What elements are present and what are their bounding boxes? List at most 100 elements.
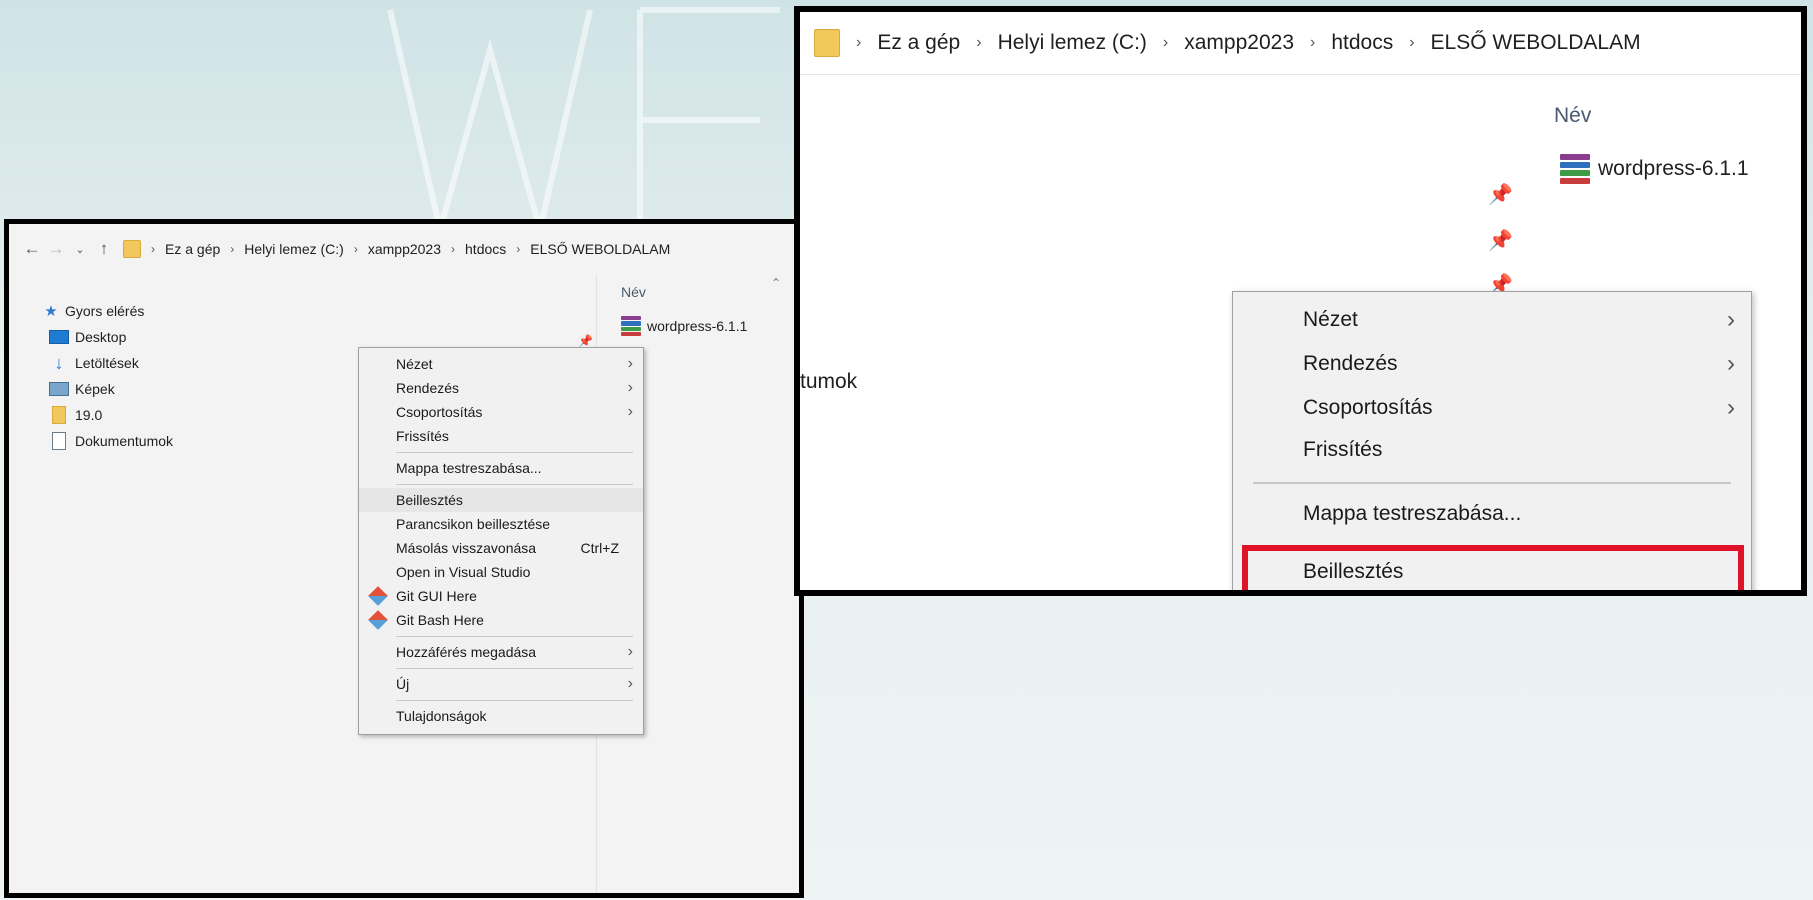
- menu-separator: [396, 484, 633, 485]
- file-item[interactable]: wordpress-6.1.1: [621, 316, 747, 336]
- breadcrumb-item[interactable]: htdocs: [465, 241, 506, 257]
- menu-item-sort[interactable]: Rendezés ›: [1233, 344, 1751, 384]
- sidebar-item-folder[interactable]: 19.0: [43, 402, 173, 428]
- pictures-icon: [49, 382, 69, 396]
- sidebar-item-documents[interactable]: Dokumentumok: [43, 428, 173, 454]
- breadcrumb-item[interactable]: Helyi lemez (C:): [998, 31, 1147, 55]
- chevron-right-icon: ›: [627, 379, 633, 396]
- chevron-right-icon: ›: [516, 242, 521, 256]
- sidebar-item-label: Desktop: [75, 329, 127, 345]
- menu-item-view[interactable]: Nézet ›: [1233, 300, 1751, 340]
- chevron-right-icon: ›: [1727, 394, 1735, 421]
- sidebar-item-pictures[interactable]: Képek: [43, 376, 173, 402]
- pin-icon[interactable]: 📌: [1488, 182, 1513, 206]
- star-icon: ★: [44, 303, 58, 320]
- file-name: wordpress-6.1.1: [647, 318, 748, 334]
- context-menu: Nézet › Rendezés › Csoportosítás › Friss…: [358, 347, 644, 735]
- menu-item-paste[interactable]: Beillesztés: [359, 488, 643, 512]
- winrar-archive-icon: [621, 316, 641, 336]
- recent-chevron-icon[interactable]: ⌄: [71, 243, 89, 256]
- context-menu-zoomed: Nézet › Rendezés › Csoportosítás › Friss…: [1232, 291, 1752, 590]
- menu-item-undo-copy[interactable]: Másolás visszavonása Ctrl+Z: [359, 536, 643, 560]
- menu-item-label: Tulajdonságok: [396, 708, 487, 724]
- git-icon: [368, 610, 388, 630]
- menu-item-label: Nézet: [1303, 308, 1358, 331]
- breadcrumb-item[interactable]: ELSŐ WEBOLDALAM: [1431, 31, 1641, 55]
- menu-item-new[interactable]: Új ›: [359, 672, 643, 696]
- menu-item-refresh[interactable]: Frissítés: [1233, 430, 1751, 470]
- sidebar-item-label: 19.0: [75, 407, 103, 423]
- menu-item-label: Rendezés: [1303, 352, 1398, 375]
- sidebar-item-label: Képek: [75, 381, 115, 397]
- sidebar-item-label: Gyors elérés: [65, 303, 145, 319]
- menu-item-group[interactable]: Csoportosítás ›: [359, 400, 643, 424]
- column-header-name[interactable]: Név: [1554, 104, 1591, 128]
- menu-item-customize-folder[interactable]: Mappa testreszabása...: [1233, 494, 1751, 534]
- winrar-archive-icon: [1560, 154, 1590, 184]
- up-arrow-icon[interactable]: ↑: [95, 239, 113, 259]
- sidebar-item-label-cut[interactable]: tumok: [800, 370, 857, 394]
- breadcrumb-item[interactable]: Ez a gép: [877, 31, 960, 55]
- menu-item-shortcut: Ctrl+Z: [580, 540, 620, 556]
- menu-item-label: Beillesztés: [396, 492, 463, 508]
- sort-chevron-up-icon[interactable]: ⌃: [771, 276, 781, 290]
- back-arrow-icon[interactable]: ←: [23, 239, 41, 259]
- chevron-right-icon: ›: [1409, 34, 1415, 51]
- highlight-box: [1242, 545, 1744, 590]
- menu-item-open-visual-studio[interactable]: Open in Visual Studio: [359, 560, 643, 584]
- chevron-right-icon: ›: [151, 242, 155, 256]
- forward-arrow-icon[interactable]: →: [47, 239, 65, 259]
- breadcrumb-item[interactable]: xampp2023: [368, 241, 441, 257]
- navigation-pane: ★ Gyors elérés Desktop ↓ Letöltések Képe…: [43, 298, 173, 454]
- menu-separator: [396, 636, 633, 637]
- sidebar-item-quick-access[interactable]: ★ Gyors elérés: [43, 298, 173, 324]
- column-header-name[interactable]: Név: [621, 284, 646, 300]
- breadcrumb-item[interactable]: ELSŐ WEBOLDALAM: [530, 241, 670, 257]
- breadcrumb-item[interactable]: Ez a gép: [165, 241, 220, 257]
- menu-item-git-gui[interactable]: Git GUI Here: [359, 584, 643, 608]
- pin-icon[interactable]: 📌: [578, 334, 593, 348]
- file-item[interactable]: wordpress-6.1.1: [1560, 154, 1749, 184]
- chevron-right-icon: ›: [627, 403, 633, 420]
- menu-item-label: Parancsikon beillesztése: [396, 516, 551, 532]
- chevron-right-icon: ›: [856, 34, 862, 51]
- menu-item-group[interactable]: Csoportosítás ›: [1233, 388, 1751, 428]
- menu-item-view[interactable]: Nézet ›: [359, 352, 643, 376]
- menu-separator: [396, 700, 633, 701]
- chevron-right-icon: ›: [1727, 350, 1735, 377]
- sidebar-item-downloads[interactable]: ↓ Letöltések: [43, 350, 173, 376]
- chevron-right-icon: ›: [976, 34, 982, 51]
- menu-item-paste-shortcut[interactable]: Parancsikon beillesztése: [359, 512, 643, 536]
- menu-separator: [396, 452, 633, 453]
- menu-item-label: Másolás visszavonása: [396, 540, 537, 556]
- menu-item-customize-folder[interactable]: Mappa testreszabása...: [359, 456, 643, 480]
- document-icon: [52, 432, 66, 450]
- menu-item-label: Git Bash Here: [396, 612, 484, 628]
- menu-item-sort[interactable]: Rendezés ›: [359, 376, 643, 400]
- sidebar-item-label: Dokumentumok: [75, 433, 174, 449]
- folder-icon: [123, 240, 141, 258]
- chevron-right-icon: ›: [353, 242, 358, 256]
- menu-item-git-bash[interactable]: Git Bash Here: [359, 608, 643, 632]
- download-icon: ↓: [54, 352, 64, 373]
- address-bar: ← → ⌄ ↑ › Ez a gép › Helyi lemez (C:) › …: [9, 224, 799, 274]
- divider: [800, 74, 1801, 75]
- explorer-window: ← → ⌄ ↑ › Ez a gép › Helyi lemez (C:) › …: [4, 219, 804, 898]
- menu-item-grant-access[interactable]: Hozzáférés megadása ›: [359, 640, 643, 664]
- sidebar-item-desktop[interactable]: Desktop: [43, 324, 173, 350]
- chevron-right-icon: ›: [230, 242, 235, 256]
- sidebar-item-label: Letöltések: [75, 355, 139, 371]
- menu-item-label: Csoportosítás: [1303, 396, 1433, 419]
- menu-item-label: Mappa testreszabása...: [396, 460, 542, 476]
- chevron-right-icon: ›: [1727, 306, 1735, 333]
- folder-icon: [814, 29, 840, 57]
- menu-item-refresh[interactable]: Frissítés: [359, 424, 643, 448]
- address-bar: › Ez a gép › Helyi lemez (C:) › xampp202…: [800, 12, 1801, 74]
- file-name: wordpress-6.1.1: [1598, 157, 1749, 180]
- breadcrumb-item[interactable]: htdocs: [1331, 31, 1393, 55]
- breadcrumb-item[interactable]: xampp2023: [1184, 31, 1294, 55]
- breadcrumb-item[interactable]: Helyi lemez (C:): [244, 241, 344, 257]
- chevron-right-icon: ›: [1162, 34, 1169, 51]
- menu-item-properties[interactable]: Tulajdonságok: [359, 704, 643, 728]
- pin-icon[interactable]: 📌: [1488, 228, 1513, 252]
